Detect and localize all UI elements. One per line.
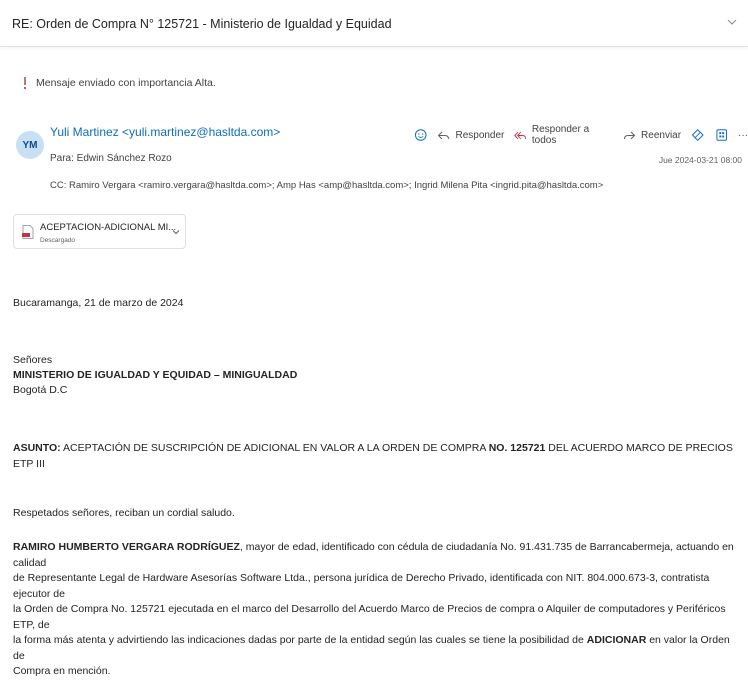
subject-text: ACEPTACIÓN DE SUSCRIPCIÓN DE ADICIONAL E… bbox=[60, 442, 489, 454]
pdf-file-icon bbox=[22, 225, 34, 239]
salutation: Señores bbox=[13, 354, 53, 366]
to-recipients: Para: Edwin Sánchez Rozo bbox=[50, 153, 172, 164]
emoji-icon[interactable] bbox=[414, 128, 427, 142]
subject-number: NO. 125721 bbox=[488, 442, 546, 454]
reply-icon bbox=[438, 131, 450, 139]
paragraph-emphasis: ADICIONAR bbox=[586, 634, 647, 646]
more-actions-button[interactable]: ··· bbox=[738, 130, 748, 141]
body-paragraph: RAMIRO HUMBERTO VERGARA RODRÍGUEZ, mayor… bbox=[13, 540, 743, 680]
sender-name[interactable]: Yuli Martinez <yuli.martinez@hasltda.com… bbox=[50, 125, 280, 139]
forward-icon bbox=[624, 131, 636, 139]
paragraph-name: RAMIRO HUMBERTO VERGARA RODRÍGUEZ bbox=[13, 541, 240, 553]
recipient-city: Bogotá D.C bbox=[13, 384, 68, 396]
paragraph-line: Compra en mención. bbox=[13, 665, 111, 677]
paragraph-line: la Orden de Compra No. 125721 ejecutada … bbox=[13, 603, 726, 631]
attachment-name: ACEPTACION-ADICIONAL MI... bbox=[40, 222, 177, 233]
importance-notice: Mensaje enviado con importancia Alta. bbox=[22, 76, 216, 90]
email-subject: RE: Orden de Compra N° 125721 - Minister… bbox=[12, 17, 392, 31]
subject-bar: RE: Orden de Compra N° 125721 - Minister… bbox=[0, 0, 748, 47]
avatar[interactable]: YM bbox=[16, 131, 44, 159]
apps-icon[interactable] bbox=[715, 128, 728, 142]
exclamation-icon bbox=[24, 77, 26, 89]
cc-recipients: CC: Ramiro Vergara <ramiro.vergara@haslt… bbox=[50, 180, 604, 191]
paragraph-text: la forma más atenta y advirtiendo las in… bbox=[13, 634, 587, 646]
message-actions: Responder Responder a todos Reenviar ··· bbox=[414, 124, 748, 146]
reply-all-label: Responder a todos bbox=[531, 124, 590, 146]
attachment-status: Descargado bbox=[40, 237, 76, 244]
paragraph-line: RAMIRO HUMBERTO VERGARA RODRÍGUEZ, mayor… bbox=[13, 540, 743, 571]
subject-label: ASUNTO: bbox=[13, 442, 61, 454]
subject-line: ASUNTO: ACEPTACIÓN DE SUSCRIPCIÓN DE ADI… bbox=[13, 441, 743, 472]
sent-date: Jue 2024-03-21 08:00 bbox=[658, 155, 742, 165]
reply-label: Responder bbox=[455, 129, 505, 141]
paragraph-line: de Representante Legal de Hardware Aseso… bbox=[13, 572, 710, 600]
attachment-card[interactable]: ACEPTACION-ADICIONAL MI... Descargado bbox=[13, 214, 186, 249]
addin-icon[interactable] bbox=[691, 128, 704, 142]
greeting: Respetados señores, reciban un cordial s… bbox=[13, 507, 235, 519]
forward-button[interactable]: Reenviar bbox=[623, 129, 681, 142]
reply-all-button[interactable]: Responder a todos bbox=[514, 124, 613, 146]
paragraph-line: la forma más atenta y advirtiendo las in… bbox=[13, 633, 743, 664]
chevron-down-icon[interactable] bbox=[726, 16, 738, 28]
forward-label: Reenviar bbox=[641, 129, 682, 141]
reply-all-icon bbox=[514, 131, 527, 139]
reply-button[interactable]: Responder bbox=[437, 129, 504, 142]
place-date: Bucaramanga, 21 de marzo de 2024 bbox=[13, 297, 184, 309]
recipient-org: MINISTERIO DE IGUALDAD Y EQUIDAD – MINIG… bbox=[13, 369, 298, 381]
chevron-down-icon[interactable] bbox=[171, 227, 181, 237]
importance-text: Mensaje enviado con importancia Alta. bbox=[36, 77, 216, 89]
